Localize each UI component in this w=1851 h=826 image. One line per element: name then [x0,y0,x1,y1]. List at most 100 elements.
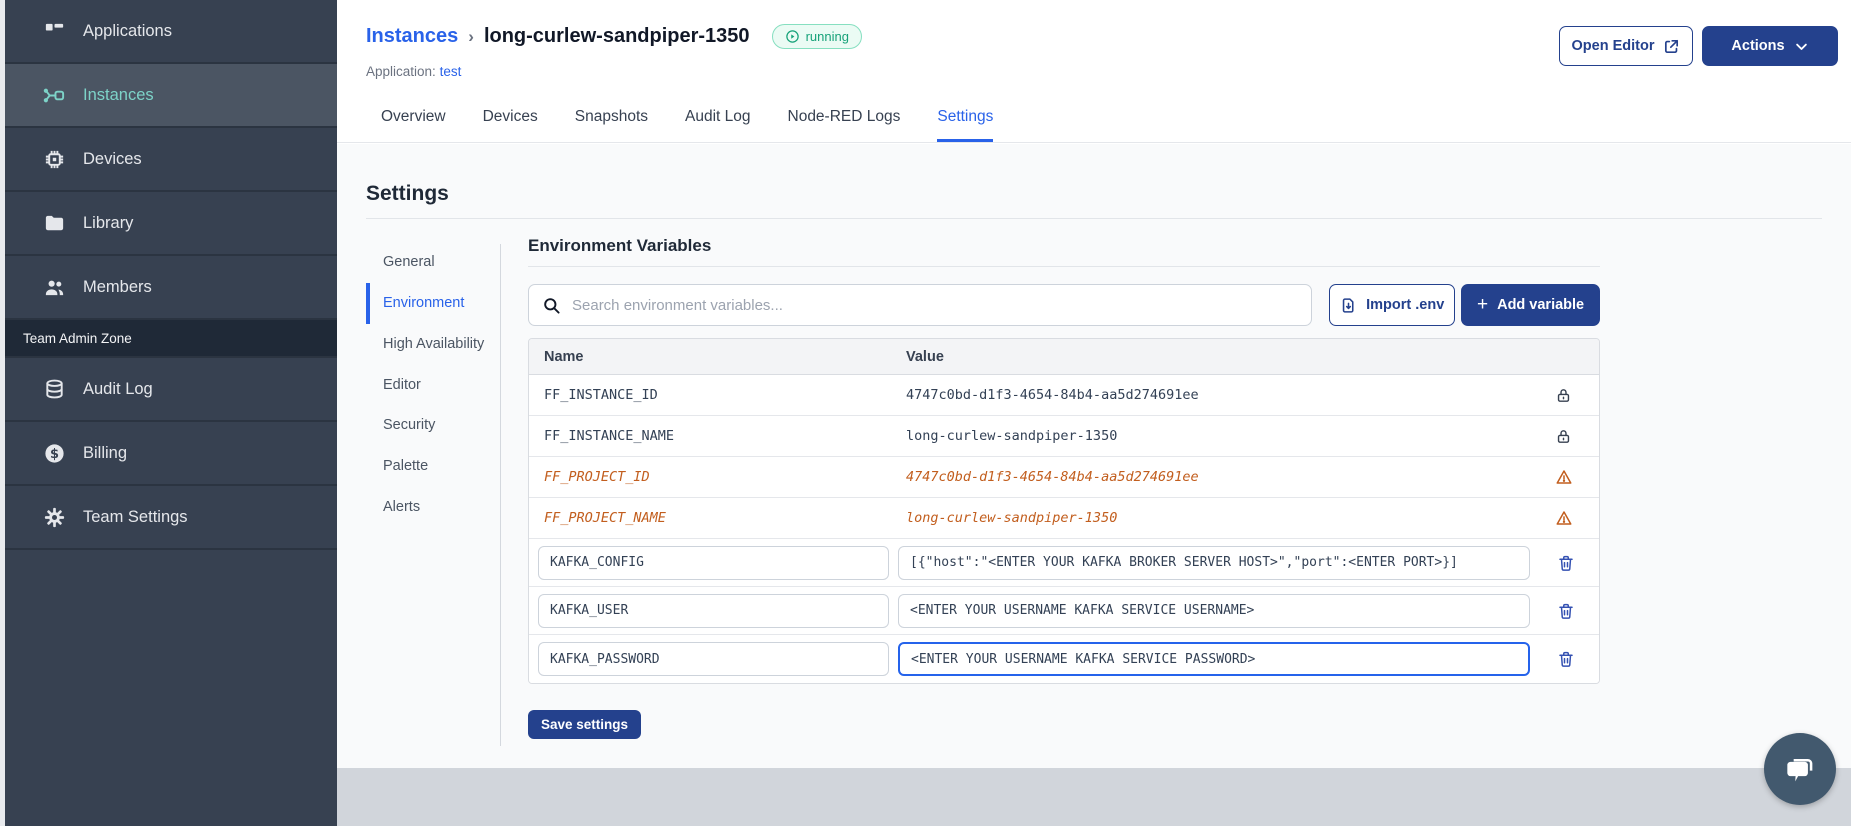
sidebar-item-label: Audit Log [83,379,153,398]
settings-divider [366,218,1822,219]
billing-icon: $ [45,443,64,463]
table-row: FF_INSTANCE_NAME long-curlew-sandpiper-1… [529,416,1599,457]
actions-button[interactable]: Actions [1702,26,1838,66]
sidebar-item-label: Instances [83,85,154,104]
import-env-button[interactable]: Import .env [1329,284,1456,326]
instances-icon [43,88,65,102]
trash-icon [1558,603,1573,619]
settings-page-title: Settings [366,182,449,205]
breadcrumb: Instances › long-curlew-sandpiper-1350 r… [366,24,862,49]
sidebar-item-instances[interactable]: Instances [5,64,337,128]
table-row [529,635,1599,683]
breadcrumb-instances-link[interactable]: Instances [366,25,458,48]
plus-icon: + [1476,294,1489,315]
sidebar-item-team-settings[interactable]: Team Settings [5,486,337,550]
members-icon [45,280,64,295]
application-label: Application: [366,64,436,79]
env-var-value-input-focused[interactable] [898,642,1530,676]
env-var-name: FF_PROJECT_ID [544,469,650,485]
svg-text:$: $ [50,447,59,462]
save-settings-button[interactable]: Save settings [528,710,642,739]
settings-nav-divider [500,244,501,746]
sidebar-item-label: Library [83,213,134,232]
tab-snapshots[interactable]: Snapshots [575,108,648,142]
environment-variables-title: Environment Variables [528,236,712,255]
sidebar-item-label: Billing [83,443,128,462]
delete-variable-button[interactable] [1557,554,1575,572]
application-link[interactable]: test [440,64,462,79]
status-badge-label: running [805,29,849,44]
env-var-value: long-curlew-sandpiper-1350 [906,510,1118,526]
import-file-icon [1342,297,1354,313]
add-variable-button[interactable]: + Add variable [1461,284,1600,326]
instance-name: long-curlew-sandpiper-1350 [483,25,750,47]
search-input[interactable] [572,296,1299,314]
env-var-name: FF_PROJECT_NAME [544,510,666,526]
search-box [528,284,1313,326]
open-editor-button[interactable]: Open Editor [1559,26,1693,66]
lock-icon [1557,429,1570,443]
warning-icon [1556,470,1571,484]
settings-nav-high-availability[interactable]: High Availability [366,324,488,365]
team-admin-zone-label: Team Admin Zone [23,330,132,346]
settings-nav-palette[interactable]: Palette [366,446,488,487]
sidebar-item-label: Devices [83,149,142,168]
table-header-row: Name Value [529,339,1599,375]
column-header-value: Value [906,348,944,365]
sidebar-item-library[interactable]: Library [5,192,337,256]
settings-nav-general[interactable]: General [366,242,488,283]
sidebar-item-label: Applications [83,21,172,40]
tab-node-red-logs[interactable]: Node-RED Logs [788,108,901,142]
settings-nav-environment[interactable]: Environment [366,282,488,324]
env-var-value-input[interactable] [898,593,1530,628]
open-editor-label: Open Editor [1571,38,1655,54]
env-var-name-input[interactable] [538,642,889,676]
column-header-name: Name [544,348,584,365]
status-badge: running [771,24,862,49]
env-var-value: long-curlew-sandpiper-1350 [906,428,1118,444]
team-settings-icon [44,507,65,527]
tab-audit-log[interactable]: Audit Log [685,108,751,142]
settings-nav-security[interactable]: Security [366,405,488,446]
chat-widget-button[interactable] [1764,733,1836,805]
environment-toolbar: Import .env + Add variable [528,284,1600,326]
environment-panel: Environment Variables Import .env + Add … [528,236,1600,684]
sidebar-item-applications[interactable]: Applications [5,0,337,64]
footer-strip [337,768,1851,826]
chat-icon [1787,759,1813,782]
env-var-value: 4747c0bd-d1f3-4654-84b4-aa5d274691ee [906,387,1199,403]
delete-variable-button[interactable] [1557,650,1575,668]
settings-nav: General Environment High Availability Ed… [366,242,488,528]
add-variable-label: Add variable [1497,297,1585,313]
actions-label: Actions [1731,38,1785,54]
sidebar-item-billing[interactable]: $ Billing [5,422,337,486]
environment-title-divider [528,266,1600,267]
chevron-down-icon [1795,43,1807,50]
library-icon [45,215,64,230]
tab-settings[interactable]: Settings [937,108,994,142]
environment-variables-table: Name Value FF_INSTANCE_ID 4747c0bd-d1f3-… [528,338,1600,684]
tab-overview[interactable]: Overview [381,108,446,142]
sidebar-item-members[interactable]: Members [5,256,337,320]
tab-devices[interactable]: Devices [483,108,538,142]
devices-icon [45,150,64,168]
delete-variable-button[interactable] [1557,602,1575,620]
env-var-name: FF_INSTANCE_ID [544,387,658,403]
import-env-label: Import .env [1366,297,1445,313]
env-var-name-input[interactable] [538,593,889,628]
env-var-name-input[interactable] [538,545,889,580]
settings-nav-alerts[interactable]: Alerts [366,487,488,528]
table-row: FF_PROJECT_NAME long-curlew-sandpiper-13… [529,498,1599,539]
env-var-name: FF_INSTANCE_NAME [544,428,675,444]
settings-nav-editor[interactable]: Editor [366,365,488,406]
applications-icon [45,23,64,31]
sidebar-item-audit-log[interactable]: Audit Log [5,358,337,422]
trash-icon [1558,555,1573,571]
trash-icon [1558,651,1573,667]
table-row: FF_INSTANCE_ID 4747c0bd-d1f3-4654-84b4-a… [529,375,1599,416]
lock-icon [1557,388,1570,402]
table-row [529,539,1599,587]
env-var-value-input[interactable] [898,545,1530,580]
sidebar-item-devices[interactable]: Devices [5,128,337,192]
header-buttons: Open Editor Actions [1559,26,1838,66]
